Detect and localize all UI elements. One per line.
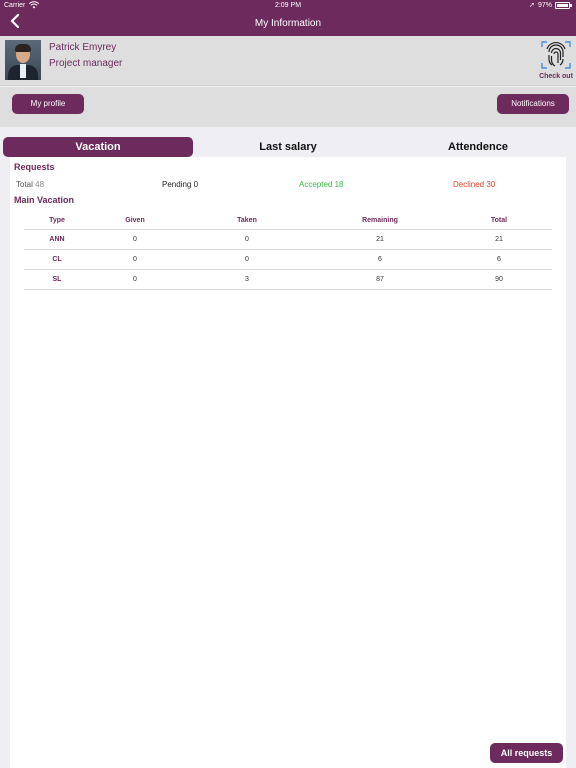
cell-given: 0 [133, 276, 137, 283]
check-out-label: Check out [539, 73, 573, 80]
user-name: Patrick Emyrey [49, 42, 117, 53]
accepted-count: 18 [334, 180, 344, 189]
header-type: Type [49, 217, 65, 224]
table-header-row: Type Given Taken Remaining Total [24, 211, 552, 230]
cell-remaining: 87 [376, 276, 384, 283]
battery-icon [555, 2, 572, 9]
total-count: 48 [35, 180, 45, 189]
cell-remaining: 21 [376, 236, 384, 243]
requests-declined: Declined 30 [453, 180, 495, 189]
pending-count: 0 [193, 180, 199, 189]
declined-label: Declined [453, 180, 485, 189]
table-row: SL 0 3 87 90 [24, 270, 552, 290]
cell-type: SL [52, 276, 62, 283]
avatar [5, 40, 41, 80]
status-time: 2:09 PM [274, 2, 302, 9]
fingerprint-icon [541, 41, 571, 69]
main-vacation-title: Main Vacation [14, 195, 75, 205]
location-arrow-icon: ➚ [529, 2, 535, 9]
cell-taken: 0 [245, 256, 249, 263]
check-out-button[interactable]: Check out [538, 40, 574, 84]
header-total: Total [490, 217, 508, 224]
declined-count: 30 [486, 180, 496, 189]
cell-total: 90 [495, 276, 503, 283]
profile-header: Patrick Emyrey Project manager Check out [0, 36, 576, 86]
accepted-label: Accepted [299, 180, 333, 189]
tab-bar: Vacation Last salary Attendence [3, 137, 573, 157]
requests-accepted: Accepted 18 [299, 180, 344, 189]
battery-percent: 97% [538, 2, 553, 9]
vacation-panel: Requests Total 48 Pending 0 Accepted 18 … [10, 157, 566, 768]
all-requests-button[interactable]: All requests [490, 743, 563, 763]
requests-pending: Pending 0 [162, 180, 198, 189]
cell-taken: 0 [245, 236, 249, 243]
header-remaining: Remaining [362, 217, 398, 224]
navigation-bar: Carrier 2:09 PM ➚ 97% My Information [0, 0, 576, 36]
table-row: ANN 0 0 21 21 [24, 230, 552, 250]
actions-bar: My profile Notifications [0, 87, 576, 127]
status-bar: Carrier 2:09 PM ➚ 97% [0, 0, 576, 12]
my-profile-button[interactable]: My profile [12, 94, 84, 114]
header-given: Given [125, 217, 145, 224]
requests-title: Requests [14, 162, 55, 172]
user-role: Project manager [49, 58, 123, 69]
tab-vacation[interactable]: Vacation [3, 137, 193, 157]
tab-last-salary[interactable]: Last salary [193, 137, 383, 157]
cell-type: ANN [49, 236, 65, 243]
cell-total: 21 [495, 236, 503, 243]
cell-given: 0 [133, 256, 137, 263]
cell-taken: 3 [245, 276, 249, 283]
vacation-table: Type Given Taken Remaining Total ANN 0 0… [24, 211, 552, 290]
cell-total: 6 [497, 256, 501, 263]
cell-remaining: 6 [378, 256, 382, 263]
page-title: My Information [254, 18, 322, 29]
total-label: Total [16, 180, 33, 189]
cell-given: 0 [133, 236, 137, 243]
tab-attendence[interactable]: Attendence [383, 137, 573, 157]
pending-label: Pending [162, 180, 192, 189]
cell-type: CL [52, 256, 62, 263]
header-taken: Taken [237, 217, 257, 224]
requests-total: Total 48 [16, 180, 44, 189]
notifications-button[interactable]: Notifications [497, 94, 569, 114]
table-row: CL 0 0 6 6 [24, 250, 552, 270]
